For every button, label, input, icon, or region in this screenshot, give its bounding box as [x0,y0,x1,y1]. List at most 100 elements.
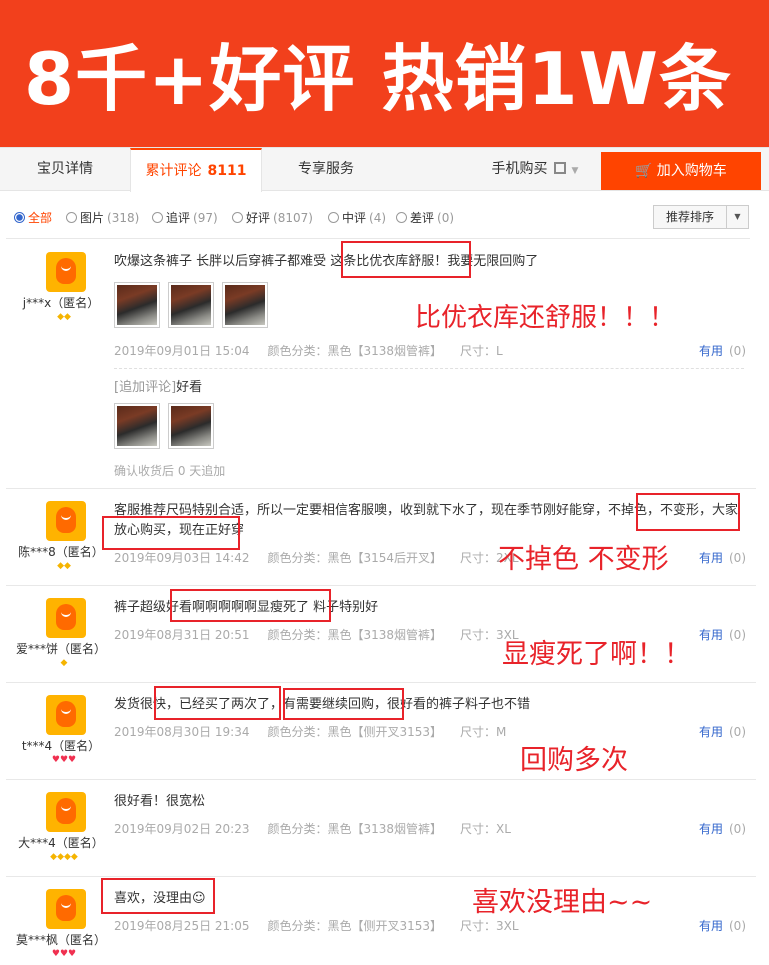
highlight-box [102,516,240,550]
review-user: 莫***枫（匿名） [15,933,106,947]
radio-icon [328,212,339,223]
review-color: 颜色分类：黑色【3138烟管裤】 [267,822,443,836]
useful-label: 有用 [698,919,723,933]
useful-label: 有用 [698,822,723,836]
user-level-badge: ♥♥♥ [51,949,77,959]
filter-append-count: (97) [193,211,218,225]
user-level-badge: ◆ [60,658,68,668]
useful-button[interactable]: 有用 (0) [699,626,746,643]
filter-all-label: 全部 [28,211,53,225]
add-to-cart-button[interactable]: 🛒 加入购物车 [601,152,761,190]
annotation-text: 显瘦死了啊！！ [502,639,691,670]
review-color: 颜色分类：黑色【侧开叉3153】 [267,725,443,739]
filter-good[interactable]: 好评 (8107) [232,209,313,226]
highlight-box [636,493,740,531]
filter-bad-count: (0) [437,211,455,225]
highlight-box [283,688,404,720]
review-user: 爱***饼（匿名） [15,642,106,656]
useful-label: 有用 [698,551,723,565]
useful-button[interactable]: 有用 (0) [699,549,746,566]
user-level-badge: ◆◆ [57,561,71,571]
review-meta: 2019年08月25日 21:05 颜色分类：黑色【侧开叉3153】 尺寸：3XL [114,917,537,934]
review-user: 陈***8（匿名） [18,545,104,559]
filter-append[interactable]: 追评 (97) [152,209,218,226]
add-to-cart-label: 加入购物车 [656,163,727,179]
avatar [46,598,86,638]
review-meta: 2019年09月03日 14:42 颜色分类：黑色【3154后开叉】 尺寸：2XL [114,549,537,566]
banner-headline: 8千+好评 热销1W条 [24,37,733,121]
filter-pics[interactable]: 图片 (318) [66,209,139,226]
mobile-buy[interactable]: 手机购买 ▼ [470,148,600,191]
review-date: 2019年09月02日 20:23 [114,822,250,836]
user-level-badge: ♥♥♥ [51,755,77,765]
filter-all[interactable]: 全部 [14,209,52,226]
review-content: 很好看！很宽松 [114,794,206,809]
tab-details[interactable]: 宝贝详情 [0,148,130,191]
useful-button[interactable]: 有用 (0) [699,917,746,934]
review-date: 2019年08月30日 19:34 [114,725,250,739]
useful-count: (0) [729,822,746,836]
qr-code-icon [553,162,566,174]
append-text: 好看 [176,380,203,395]
review-item: 大***4（匿名） ◆◆◆◆ 很好看！很宽松 2019年09月02日 20:23… [6,780,756,877]
filter-mid-label: 中评 [342,211,367,225]
review-meta: 2019年09月01日 15:04 颜色分类：黑色【3138烟管裤】 尺寸：L [114,342,521,359]
avatar [46,501,86,541]
review-date: 2019年08月31日 20:51 [114,628,250,642]
radio-icon [232,212,243,223]
review-photo[interactable] [168,282,214,328]
append-tag: [追加评论] [114,380,177,395]
tab-details-label: 宝贝详情 [37,161,93,177]
cart-icon: 🛒 [635,163,653,179]
promo-banner: 8千+好评 热销1W条 [0,0,769,147]
useful-button[interactable]: 有用 (0) [699,723,746,740]
filter-bad[interactable]: 差评 (0) [396,209,454,226]
useful-button[interactable]: 有用 (0) [699,342,746,359]
review-meta: 2019年09月02日 20:23 颜色分类：黑色【3138烟管裤】 尺寸：XL [114,820,529,837]
useful-count: (0) [729,919,746,933]
tab-reviews-label: 累计评论 [145,163,202,179]
filter-mid-count: (4) [369,211,387,225]
tab-bar: 宝贝详情 累计评论 8111 专享服务 手机购买 ▼ 🛒 加入购物车 [0,147,769,192]
review-color: 颜色分类：黑色【3138烟管裤】 [267,628,443,642]
review-photo[interactable] [114,403,160,449]
annotation-text: 比优衣库还舒服！！！ [415,303,676,333]
review-color: 颜色分类：黑色【3138烟管裤】 [267,344,443,358]
filter-mid[interactable]: 中评 (4) [328,209,386,226]
sort-select[interactable]: 推荐排序 ▼ [653,205,749,229]
useful-button[interactable]: 有用 (0) [699,820,746,837]
highlight-box [170,589,331,622]
tab-reviews[interactable]: 累计评论 8111 [130,148,262,192]
review-photo[interactable] [168,403,214,449]
append-note: 确认收货后 0 天追加 [114,464,226,478]
tab-service-label: 专享服务 [298,161,354,177]
useful-count: (0) [729,344,746,358]
avatar [46,792,86,832]
annotation-text: 回购多次 [520,745,628,776]
review-photo[interactable] [114,282,160,328]
chevron-down-icon: ▼ [571,166,579,176]
avatar [46,252,86,292]
filter-pics-label: 图片 [80,211,105,225]
review-size: 尺寸：3XL [460,919,519,933]
review-photo[interactable] [222,282,268,328]
highlight-box [101,878,215,914]
divider [114,368,744,369]
useful-count: (0) [729,725,746,739]
review-meta: 2019年08月31日 20:51 颜色分类：黑色【3138烟管裤】 尺寸：3XL [114,626,537,643]
highlight-box [154,686,281,720]
review-date: 2019年09月01日 15:04 [114,344,250,358]
annotation-text: 喜欢没理由~~ [472,887,653,918]
review-meta: 2019年08月30日 19:34 颜色分类：黑色【侧开叉3153】 尺寸：M [114,723,524,740]
filter-bad-label: 差评 [410,211,435,225]
tab-service[interactable]: 专享服务 [262,148,390,191]
sort-label: 推荐排序 [666,210,715,224]
useful-count: (0) [729,628,746,642]
filter-pics-count: (318) [107,211,140,225]
review-user: 大***4（匿名） [18,836,104,850]
user-level-badge: ◆◆ [57,312,71,322]
review-color: 颜色分类：黑色【侧开叉3153】 [267,919,443,933]
radio-icon [396,212,407,223]
review-color: 颜色分类：黑色【3154后开叉】 [267,551,443,565]
radio-icon [152,212,163,223]
